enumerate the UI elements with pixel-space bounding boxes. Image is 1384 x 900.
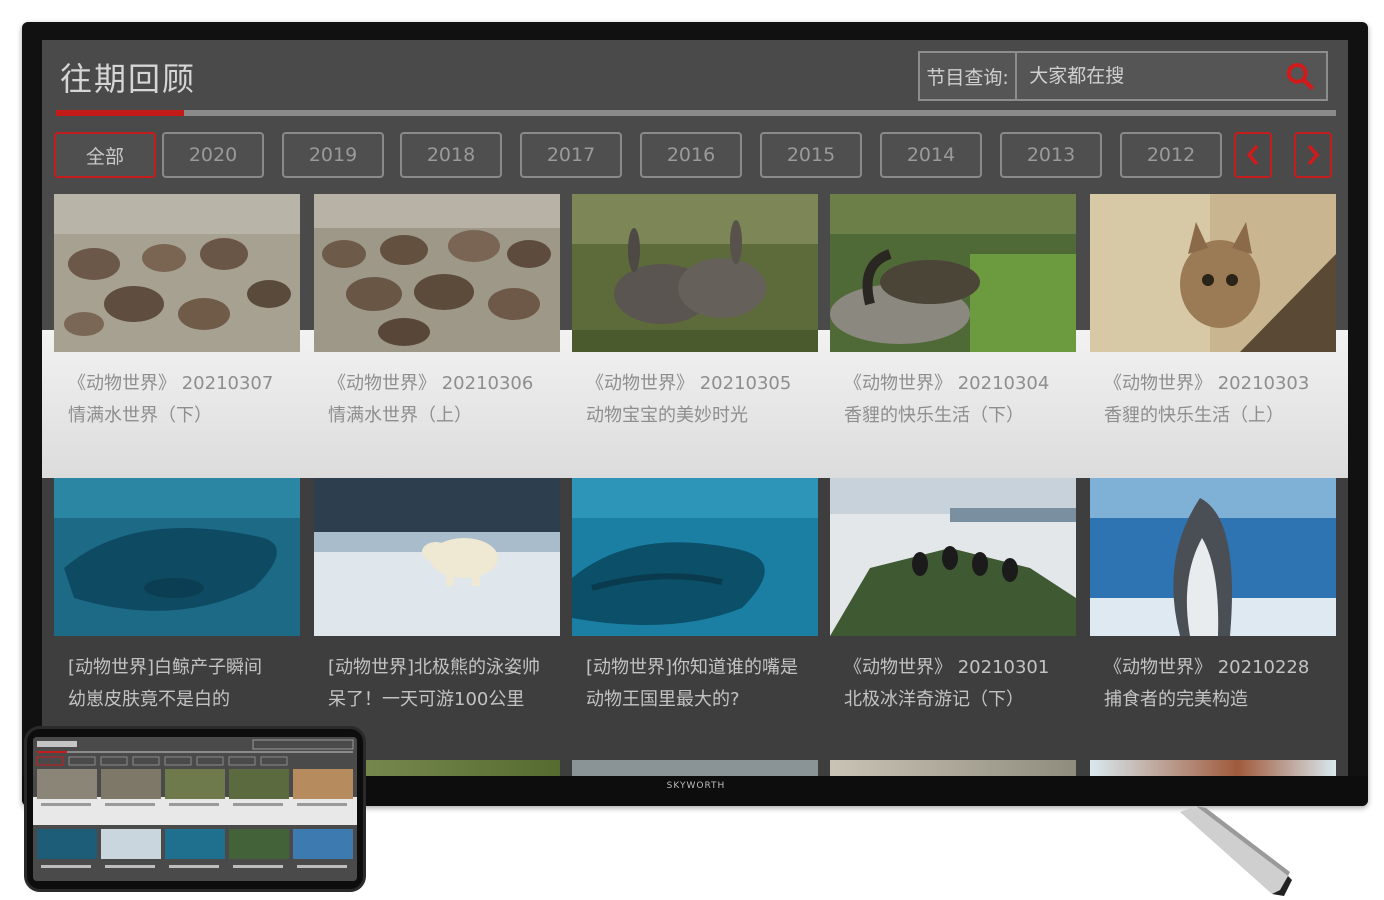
phone-mirror	[24, 726, 366, 892]
filter-tab-2020[interactable]: 2020	[162, 132, 264, 178]
program-card[interactable]	[572, 194, 818, 352]
program-subtitle: 香貍的快乐生活（上）	[1104, 405, 1284, 426]
program-title: 《动物世界》 20210306	[328, 373, 534, 394]
progress-track	[56, 110, 1336, 116]
thumbnail-partial	[572, 760, 818, 776]
program-title: 《动物世界》 20210304	[844, 373, 1050, 394]
program-caption: 《动物世界》 20210303 香貍的快乐生活（上）	[1104, 368, 1344, 432]
program-caption: [动物世界]北极熊的泳姿帅 呆了！一天可游100公里	[328, 652, 568, 716]
program-caption: [动物世界]白鲸产子瞬间 幼崽皮肤竟不是白的	[68, 652, 308, 716]
program-subtitle: 香貍的快乐生活（下）	[844, 405, 1024, 426]
program-title: [动物世界]北极熊的泳姿帅	[328, 657, 541, 678]
program-thumbnail-whale	[572, 478, 818, 636]
program-title: 《动物世界》 20210305	[586, 373, 792, 394]
thumbnail-partial	[830, 760, 1076, 776]
search-input[interactable]	[1017, 53, 1285, 99]
program-caption: 《动物世界》 20210304 香貍的快乐生活（下）	[844, 368, 1084, 432]
program-subtitle: 情满水世界（下）	[68, 405, 212, 426]
program-caption: 《动物世界》 20210306 情满水世界（上）	[328, 368, 568, 432]
program-subtitle: 情满水世界（上）	[328, 405, 472, 426]
filter-tab-2015[interactable]: 2015	[760, 132, 862, 178]
program-card[interactable]	[1090, 478, 1336, 636]
program-caption: 《动物世界》 20210307 情满水世界（下）	[68, 368, 308, 432]
tv-brand-logo: SKYWORTH	[666, 781, 726, 791]
program-card[interactable]	[572, 478, 818, 636]
program-card[interactable]	[54, 478, 300, 636]
program-thumbnail-genet-tree	[1090, 194, 1336, 352]
program-thumbnail-genet-water	[830, 194, 1076, 352]
program-title: [动物世界]你知道谁的嘴是	[586, 657, 799, 678]
program-card[interactable]	[830, 194, 1076, 352]
search-box[interactable]: 节目查询:	[918, 51, 1328, 101]
program-caption: [动物世界]你知道谁的嘴是 动物王国里最大的?	[586, 652, 826, 716]
program-caption: 《动物世界》 20210228 捕食者的完美构造	[1104, 652, 1344, 716]
program-card[interactable]	[314, 194, 560, 352]
progress-fill	[56, 110, 184, 116]
program-card[interactable]	[830, 478, 1076, 636]
chevron-left-icon	[1246, 144, 1259, 166]
chevron-right-icon	[1307, 144, 1320, 166]
program-subtitle: 动物宝宝的美妙时光	[586, 405, 748, 426]
program-title: 《动物世界》 20210303	[1104, 373, 1310, 394]
program-card[interactable]	[314, 478, 560, 636]
phone-screen-preview	[33, 737, 357, 881]
program-thumbnail-rabbits	[572, 194, 818, 352]
program-subtitle: 捕食者的完美构造	[1104, 689, 1248, 710]
filter-tab-2012[interactable]: 2012	[1120, 132, 1222, 178]
filter-tab-2018[interactable]: 2018	[400, 132, 502, 178]
program-title: [动物世界]白鲸产子瞬间	[68, 657, 263, 678]
prev-page-button[interactable]	[1234, 132, 1272, 178]
filter-tab-2019[interactable]: 2019	[282, 132, 384, 178]
program-caption: 《动物世界》 20210301 北极冰洋奇游记（下）	[844, 652, 1084, 716]
program-caption: 《动物世界》 20210305 动物宝宝的美妙时光	[586, 368, 826, 432]
program-subtitle: 呆了！一天可游100公里	[328, 689, 525, 710]
program-thumbnail-walrus-colony	[314, 194, 560, 352]
program-thumbnail-polar-bear	[314, 478, 560, 636]
tv-stand	[1180, 806, 1292, 896]
thumbnail-partial	[1090, 760, 1336, 776]
program-subtitle: 动物王国里最大的?	[586, 689, 740, 710]
filter-tab-2017[interactable]: 2017	[520, 132, 622, 178]
program-thumbnail-shark	[1090, 478, 1336, 636]
filter-tab-2014[interactable]: 2014	[880, 132, 982, 178]
program-title: 《动物世界》 20210228	[1104, 657, 1310, 678]
search-label: 节目查询:	[920, 53, 1018, 99]
program-card[interactable]	[1090, 194, 1336, 352]
program-title: 《动物世界》 20210301	[844, 657, 1050, 678]
program-thumbnail-birds-cliff	[830, 478, 1076, 636]
program-thumbnail-beluga	[54, 478, 300, 636]
program-subtitle: 幼崽皮肤竟不是白的	[68, 689, 230, 710]
search-icon[interactable]	[1284, 58, 1316, 94]
program-subtitle: 北极冰洋奇游记（下）	[844, 689, 1024, 710]
program-card[interactable]	[54, 194, 300, 352]
filter-tab-2013[interactable]: 2013	[1000, 132, 1102, 178]
page-title: 往期回顾	[60, 60, 197, 98]
filter-tab-all[interactable]: 全部	[54, 132, 156, 178]
program-title: 《动物世界》 20210307	[68, 373, 274, 394]
phone-screen	[33, 737, 357, 881]
filter-tab-2016[interactable]: 2016	[640, 132, 742, 178]
tv-screen: 往期回顾 节目查询: 全部2020 2019 2018 2017 2016 2015 201…	[42, 40, 1348, 776]
program-thumbnail-walrus-herd	[54, 194, 300, 352]
next-page-button[interactable]	[1294, 132, 1332, 178]
